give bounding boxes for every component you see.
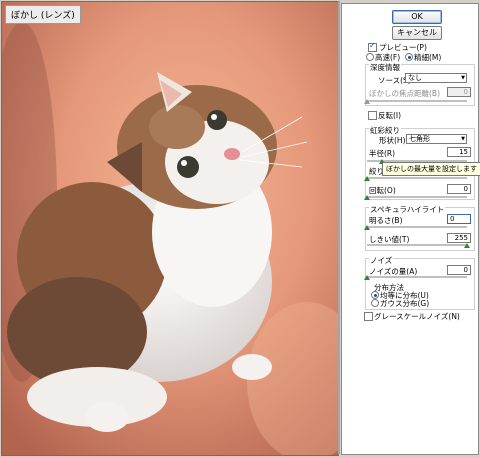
slider-knob[interactable] [364,99,370,104]
rotation-label: 回転(O) [369,186,396,195]
preview-pane: ぼかし (レンズ) [1,1,339,456]
ok-button[interactable]: OK [392,10,442,24]
radius-field[interactable]: 15 [447,147,471,157]
focal-distance-field[interactable]: 0 [447,87,471,97]
slider-knob[interactable] [364,195,370,200]
noise-amount-slider[interactable] [364,275,467,280]
slider-knob[interactable] [464,243,470,248]
threshold-slider[interactable] [367,243,470,248]
preview-title: ぼかし (レンズ) [5,5,81,24]
cancel-button[interactable]: キャンセル [392,26,442,40]
invert-checkbox[interactable] [368,111,377,120]
brightness-label: 明るさ(B) [369,216,403,225]
depth-map-heading: 深度情報 [369,62,401,73]
slider-knob[interactable] [364,275,370,280]
radius-label: 半径(R) [369,149,396,158]
focal-distance-slider[interactable] [364,99,467,104]
slider-knob[interactable] [364,176,370,181]
noise-heading: ノイズ [369,255,394,266]
threshold-field[interactable]: 255 [447,233,471,243]
monochromatic-label: グレースケールノイズ(N) [374,312,460,321]
rotation-field[interactable]: 0 [447,184,471,194]
slider-knob[interactable] [364,225,370,230]
accurate-label: 精細(M) [414,53,442,62]
curvature-slider[interactable] [364,176,467,181]
invert-label: 反転(I) [378,111,402,120]
shape-select[interactable]: 七角形 [406,134,467,144]
brightness-field[interactable]: 0 [447,214,471,224]
preview-checkbox[interactable] [368,41,377,52]
settings-panel: OK キャンセル プレビュー(P) 高速(F) 精細(M) 深度情報 ソース(S… [341,3,480,455]
cat-photo [2,2,338,455]
monochromatic-checkbox[interactable] [364,312,373,321]
tooltip: ぼかしの最大量を設定します [382,162,480,176]
gaussian-label: ガウス分布(G) [380,299,430,308]
rotation-slider[interactable] [364,195,467,200]
focal-distance-label: ぼかしの焦点距離(B) [369,89,440,98]
divider [338,1,340,454]
lens-blur-dialog: ぼかし (レンズ) OK キャンセル プレビュー(P) 高速(F) 精細(M) … [0,0,480,457]
accurate-radio[interactable] [405,53,413,61]
specular-heading: スペキュラハイライト [369,204,446,215]
gaussian-radio[interactable] [371,299,379,307]
uniform-radio[interactable] [371,291,379,299]
noise-amount-field[interactable]: 0 [447,265,471,275]
brightness-slider[interactable] [364,225,467,230]
fast-radio[interactable] [366,53,374,61]
source-select[interactable]: なし [405,73,467,83]
